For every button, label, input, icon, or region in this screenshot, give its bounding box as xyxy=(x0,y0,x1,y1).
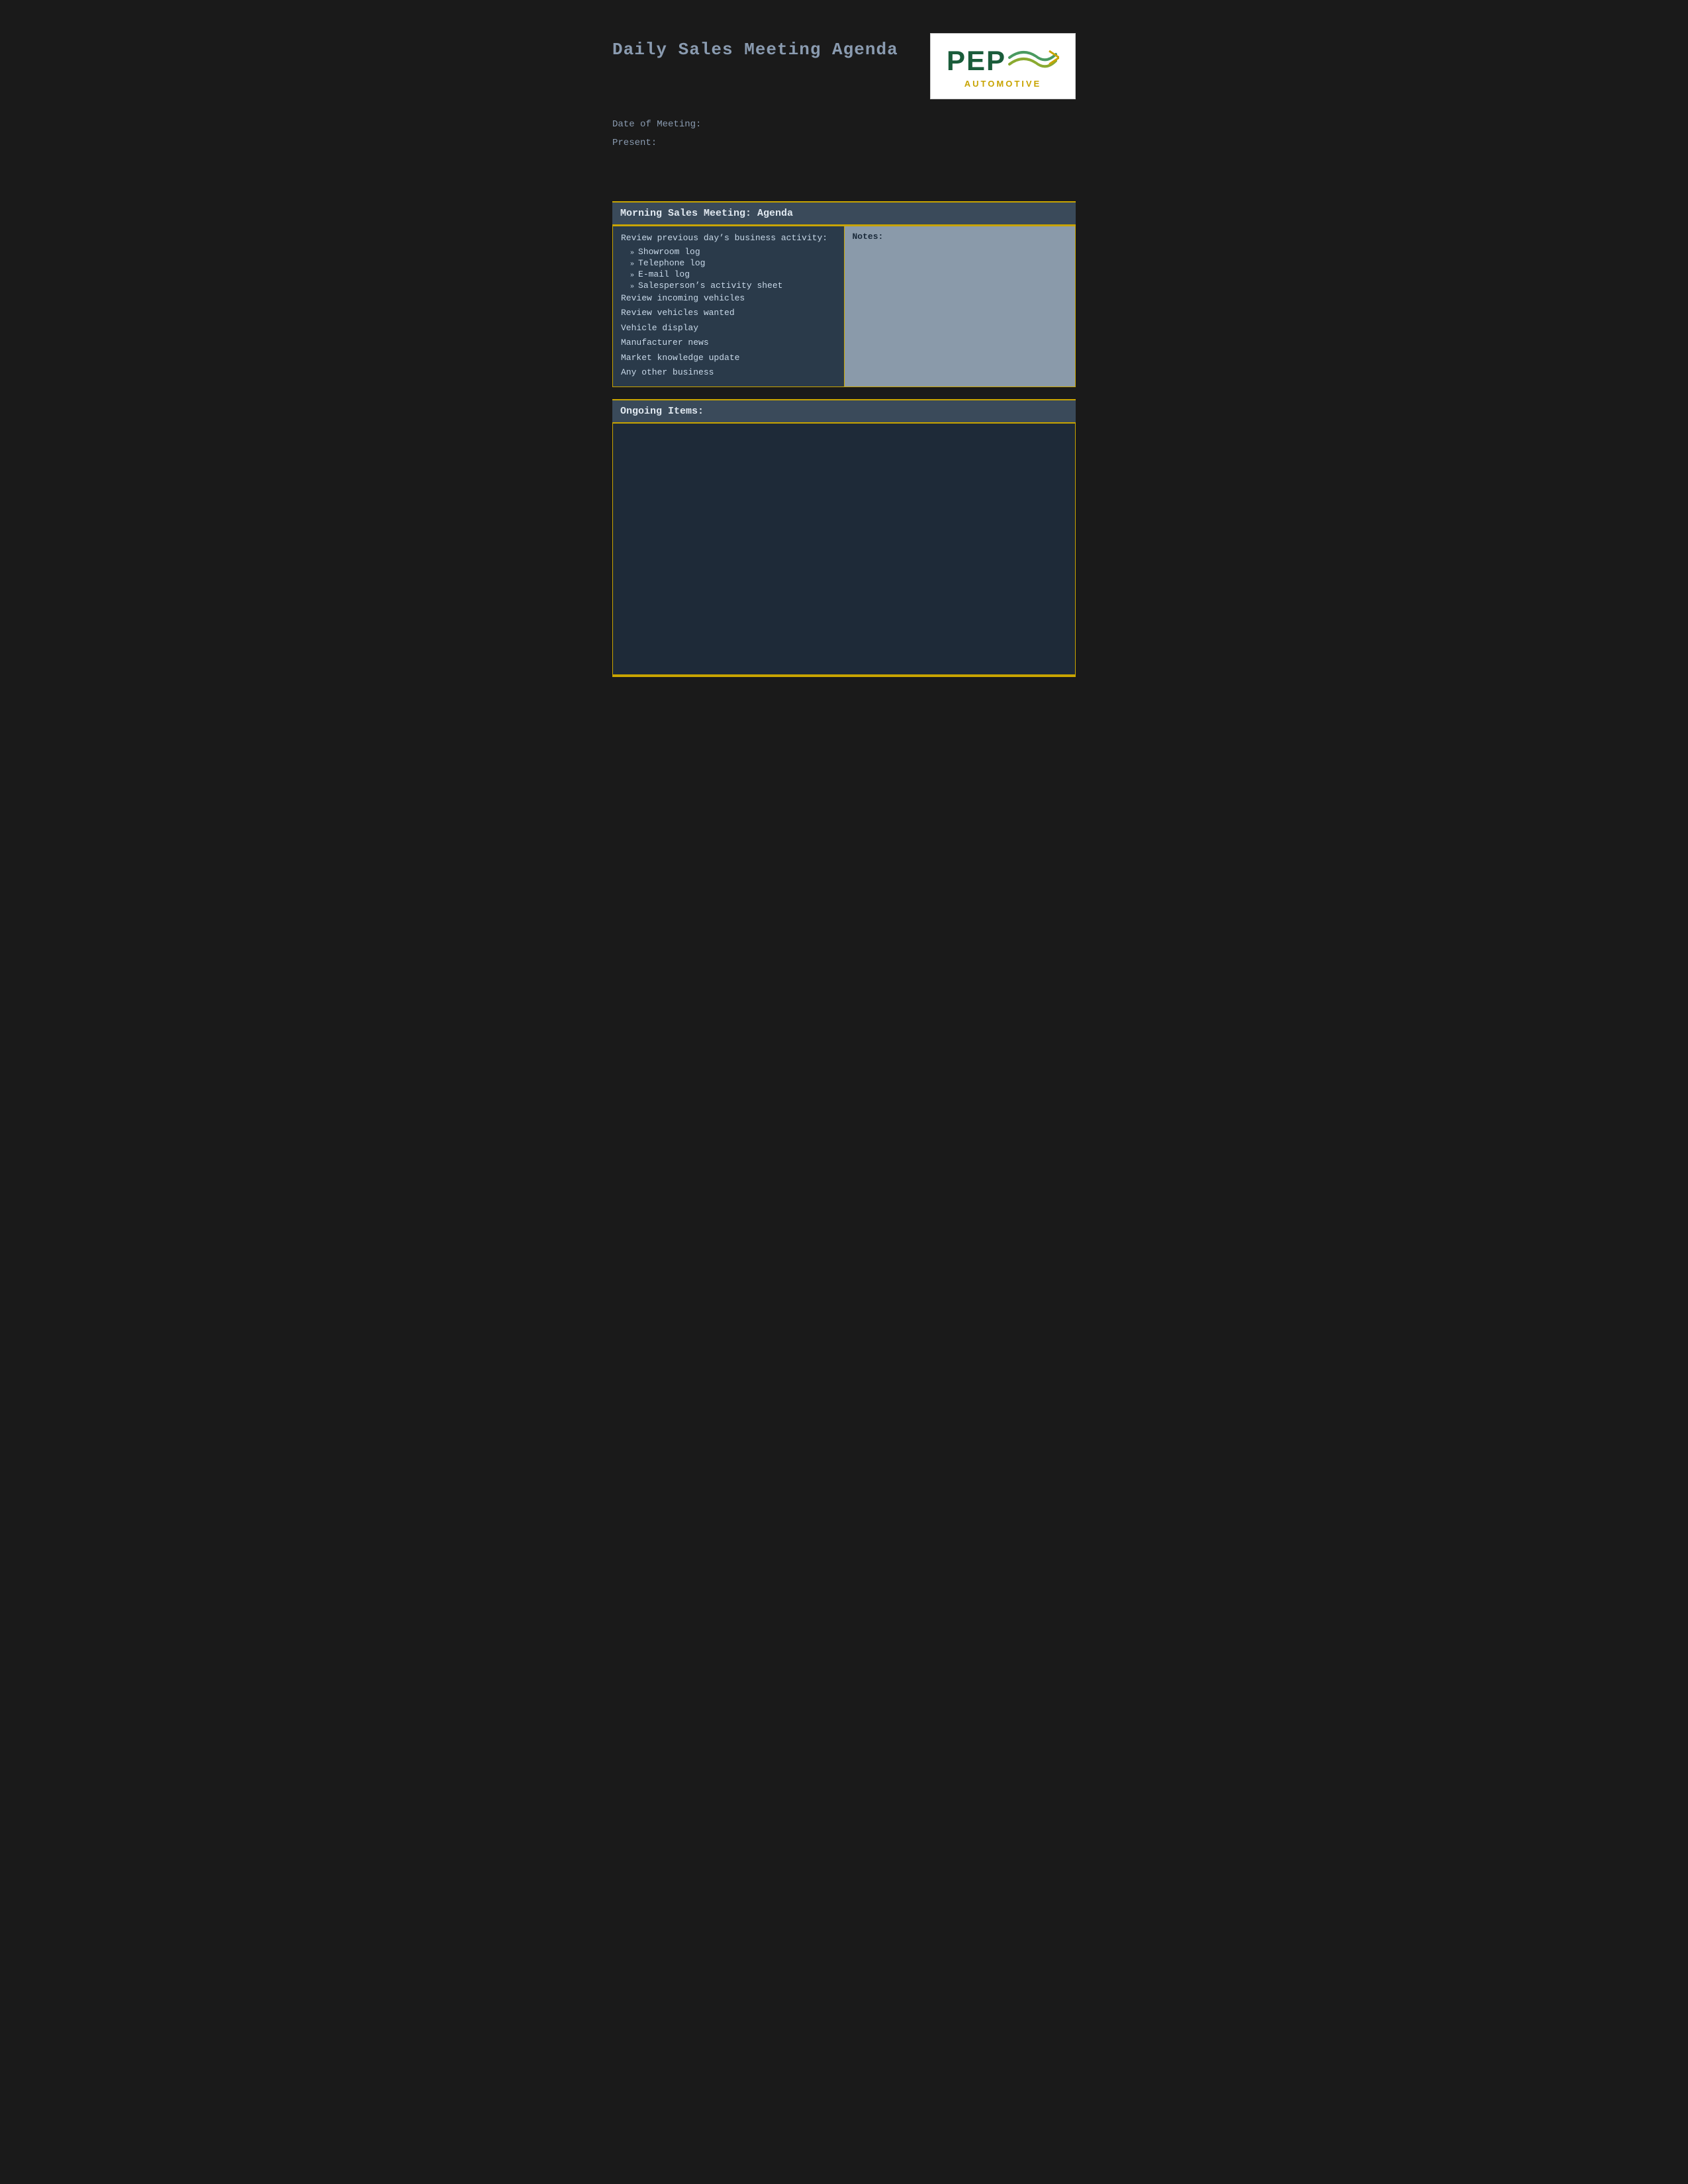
bullet-telephone: » Telephone log xyxy=(630,258,836,268)
present-field: Present: xyxy=(612,138,1076,148)
spacer xyxy=(612,161,1076,201)
agenda-row: Review previous day’s business activity:… xyxy=(613,226,1076,387)
logo-waves-svg xyxy=(1006,44,1059,77)
page: Daily Sales Meeting Agenda PEP AUTOMOTIV… xyxy=(586,13,1102,704)
logo-automotive-text: AUTOMOTIVE xyxy=(964,79,1041,89)
bullet-email: » E-mail log xyxy=(630,269,836,279)
bullet-icon-2: » xyxy=(630,261,634,268)
review-incoming: Review incoming vehicles xyxy=(621,292,836,305)
market-knowledge: Market knowledge update xyxy=(621,351,836,365)
page-title: Daily Sales Meeting Agenda xyxy=(612,40,898,60)
logo-pep-row: PEP xyxy=(947,44,1059,77)
morning-agenda-section: Morning Sales Meeting: Agenda Review pre… xyxy=(612,201,1076,387)
ongoing-content-area xyxy=(612,424,1076,675)
review-vehicles-wanted: Review vehicles wanted xyxy=(621,306,836,320)
date-label: Date of Meeting: xyxy=(612,119,701,130)
vehicle-display: Vehicle display xyxy=(621,322,836,335)
bullet-salesperson: » Salesperson’s activity sheet xyxy=(630,281,836,291)
logo: PEP AUTOMOTIVE xyxy=(930,33,1076,99)
review-intro: Review previous day’s business activity: xyxy=(621,232,836,245)
bottom-gold-line xyxy=(612,675,1076,677)
any-other-business: Any other business xyxy=(621,366,836,379)
manufacturer-news: Manufacturer news xyxy=(621,336,836,349)
notes-label: Notes: xyxy=(853,232,884,242)
date-of-meeting-field: Date of Meeting: xyxy=(612,119,1076,130)
morning-section-header: Morning Sales Meeting: Agenda xyxy=(612,201,1076,226)
bullet-icon-3: » xyxy=(630,272,634,279)
bullet-showroom: » Showroom log xyxy=(630,247,836,257)
agenda-left-col: Review previous day’s business activity:… xyxy=(613,226,845,387)
ongoing-section: Ongoing Items: xyxy=(612,399,1076,677)
meta-section: Date of Meeting: Present: xyxy=(612,119,1076,148)
agenda-table: Review previous day’s business activity:… xyxy=(612,226,1076,387)
bullet-icon-4: » xyxy=(630,283,634,291)
header: Daily Sales Meeting Agenda PEP AUTOMOTIV… xyxy=(612,33,1076,99)
logo-pep-text: PEP xyxy=(947,47,1006,75)
agenda-notes-col: Notes: xyxy=(844,226,1076,387)
ongoing-section-header: Ongoing Items: xyxy=(612,399,1076,424)
bullet-icon-1: » xyxy=(630,250,634,257)
present-label: Present: xyxy=(612,138,657,148)
